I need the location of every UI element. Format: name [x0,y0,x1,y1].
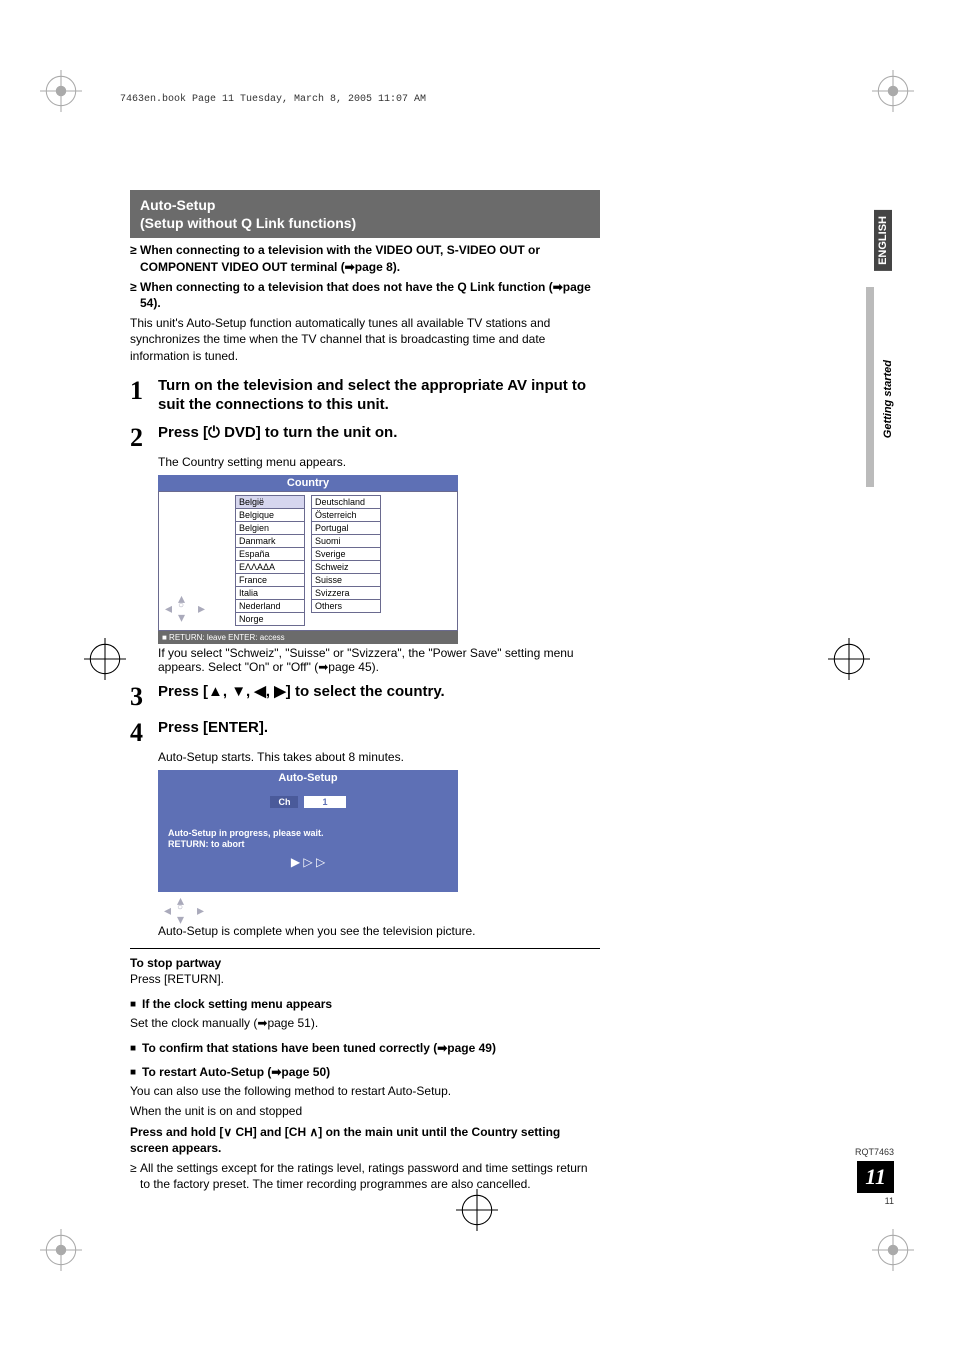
restart-p3: Press and hold [∨ CH] and [CH ∧] on the … [130,1124,600,1156]
step-2-text: Press [⏻ DVD] to turn the unit on. [158,423,397,443]
country-osd-title: Country [158,475,458,491]
tab-getting-bar [866,287,874,487]
country-left-col: BelgiëBelgiqueBelgienDanmarkEspañaΕΛΛΑΔΑ… [235,496,305,626]
section-heading: Auto-Setup (Setup without Q Link functio… [130,190,600,238]
country-option: Belgien [235,521,305,535]
reg-mark-mr [828,638,870,680]
stop-head: To stop partway [130,955,600,971]
separator [130,948,600,949]
step-3-num: 3 [130,684,158,710]
tab-getting-started: Getting started [882,360,894,438]
step-1: 1 Turn on the television and select the … [130,376,600,415]
main-content: Auto-Setup (Setup without Q Link functio… [130,190,600,1196]
intro-bullet-1: ≥When connecting to a television with th… [130,242,600,274]
country-option: Belgique [235,508,305,522]
step-2-sub: The Country setting menu appears. [158,455,600,469]
tab-english: ENGLISH [874,210,892,271]
country-osd: Country ▴▾◂▸○ BelgiëBelgiqueBelgienDanma… [158,475,458,644]
step-4-sub2: Auto-Setup is complete when you see the … [158,924,600,938]
restart-p4: ≥All the settings except for the ratings… [130,1160,600,1192]
sub-page-number: 11 [855,1196,894,1206]
country-option: Sverige [311,547,381,561]
confirm-head-text: To confirm that stations have been tuned… [142,1041,496,1055]
page-number: 11 [857,1161,894,1193]
step-3: 3 Press [▲, ▼, ◀, ▶] to select the count… [130,682,600,710]
autosetup-ch-label: Ch [270,796,298,808]
nav-arrows-icon: ▴▾◂▸○ [167,592,203,624]
intro-bullet-2-text: When connecting to a television that doe… [140,279,600,311]
clock-head-text: If the clock setting menu appears [142,997,332,1011]
reg-mark-br [872,1229,914,1271]
heading-line1: Auto-Setup [140,196,590,214]
country-option: Danmark [235,534,305,548]
autosetup-osd: Auto-Setup Ch 1 Auto-Setup in progress, … [158,770,458,922]
country-osd-after: If you select "Schweiz", "Suisse" or "Sv… [158,646,600,674]
country-option: Norge [235,612,305,626]
autosetup-ch-value: 1 [304,796,345,808]
reg-mark-tl [40,70,82,112]
stop-body: Press [RETURN]. [130,971,600,987]
autosetup-play-icons: ▶ ▷ ▷ [168,855,448,869]
reg-mark-bl [40,1229,82,1271]
doc-id: RQT7463 [855,1147,894,1157]
autosetup-line1: Auto-Setup in progress, please wait. [168,828,448,840]
country-option: Suisse [311,573,381,587]
country-option: España [235,547,305,561]
country-osd-footer: ■ RETURN: leave ENTER: access [158,631,458,644]
country-option: Svizzera [311,586,381,600]
intro-bullet-2: ≥When connecting to a television that do… [130,279,600,311]
step-4-num: 4 [130,720,158,746]
country-option: België [235,495,305,509]
heading-line2: (Setup without Q Link functions) [140,214,590,232]
step-4: 4 Press [ENTER]. [130,718,600,746]
step-4-sub: Auto-Setup starts. This takes about 8 mi… [158,750,600,764]
autosetup-osd-title: Auto-Setup [158,770,458,786]
restart-p1: You can also use the following method to… [130,1083,600,1099]
restart-head: ■To restart Auto-Setup (➡page 50) [130,1065,600,1079]
clock-body: Set the clock manually (➡page 51). [130,1015,600,1031]
step-2: 2 Press [⏻ DVD] to turn the unit on. [130,423,600,451]
step-2-num: 2 [130,425,158,451]
restart-p4-text: All the settings except for the ratings … [140,1160,600,1192]
country-option: France [235,573,305,587]
nav-arrows-icon-2: ▴▾◂▸○ [166,894,202,926]
print-mark-header: 7463en.book Page 11 Tuesday, March 8, 20… [120,94,426,105]
country-option: Deutschland [311,495,381,509]
restart-p2: When the unit is on and stopped [130,1103,600,1119]
confirm-head: ■To confirm that stations have been tune… [130,1041,600,1055]
country-option: Österreich [311,508,381,522]
intro-paragraph: This unit's Auto-Setup function automati… [130,315,600,364]
page-footer: RQT7463 11 11 [855,1147,894,1206]
country-option: Others [311,599,381,613]
step-3-text: Press [▲, ▼, ◀, ▶] to select the country… [158,682,445,702]
country-option: Italia [235,586,305,600]
reg-mark-tr [872,70,914,112]
country-option: Portugal [311,521,381,535]
clock-head: ■If the clock setting menu appears [130,997,600,1011]
step-1-num: 1 [130,378,158,404]
country-option: Nederland [235,599,305,613]
country-option: Schweiz [311,560,381,574]
restart-head-text: To restart Auto-Setup (➡page 50) [142,1065,330,1079]
step-1-text: Turn on the television and select the ap… [158,376,600,415]
country-option: ΕΛΛΑΔΑ [235,560,305,574]
reg-mark-ml [84,638,126,680]
country-option: Suomi [311,534,381,548]
autosetup-line2: RETURN: to abort [168,839,448,851]
country-right-col: DeutschlandÖsterreichPortugalSuomiSverig… [311,496,381,626]
step-4-text: Press [ENTER]. [158,718,268,738]
intro-bullet-1-text: When connecting to a television with the… [140,242,600,274]
